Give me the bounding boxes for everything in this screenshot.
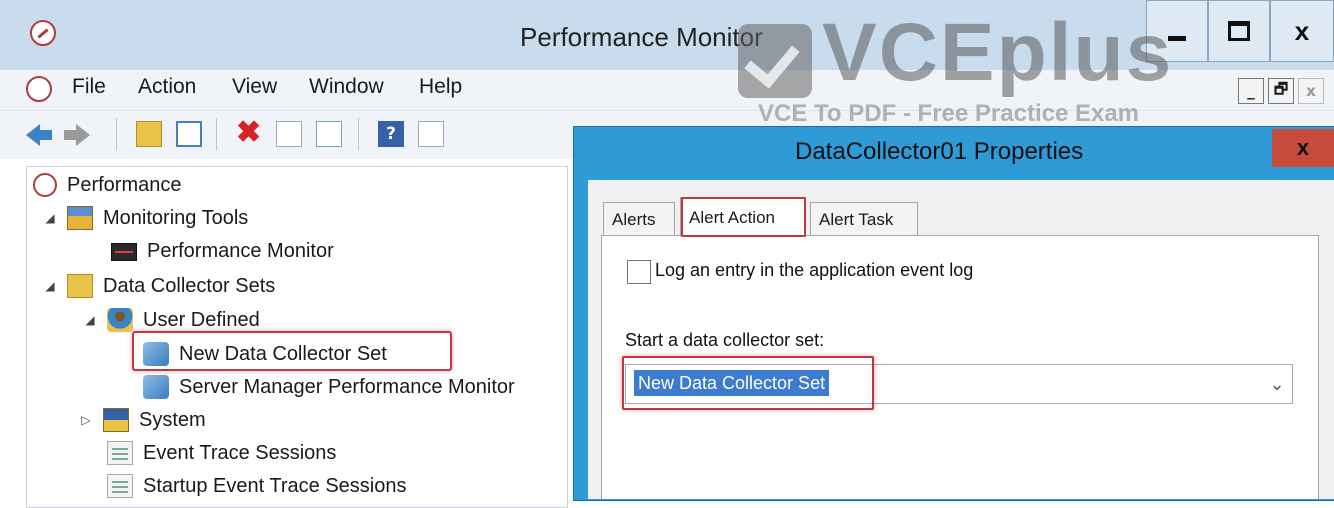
tree-item-label: Monitoring Tools <box>103 206 249 229</box>
back-arrow-icon[interactable] <box>26 124 54 146</box>
tree-item-label: System <box>139 408 206 431</box>
system-icon <box>103 408 129 432</box>
collapse-arrow-icon[interactable]: ▷ <box>79 413 93 427</box>
tree-item-label: User Defined <box>143 308 260 331</box>
log-event-checkbox[interactable] <box>627 260 651 284</box>
watermark-tagline: VCE To PDF - Free Practice Exam <box>758 100 1140 127</box>
menu-help[interactable]: Help <box>419 75 462 99</box>
event-trace-icon <box>107 474 133 498</box>
properties-icon[interactable] <box>276 121 302 147</box>
delete-icon[interactable]: ✖ <box>236 115 262 149</box>
toolbar-separator <box>358 118 359 150</box>
menu-action[interactable]: Action <box>138 75 196 99</box>
performance-monitor-app-icon[interactable] <box>30 20 56 46</box>
mdi-restore-button[interactable]: 🗗 <box>1268 78 1294 104</box>
watermark-check-icon <box>738 24 812 98</box>
annotation-highlight-box <box>681 197 806 237</box>
tree-item-label: Performance Monitor <box>147 240 334 262</box>
dialog-title: DataCollector01 Properties <box>795 138 1084 165</box>
event-trace-icon <box>107 441 133 465</box>
help-icon[interactable]: ? <box>378 121 404 147</box>
tree-item-system[interactable]: ▷ System <box>79 408 206 432</box>
tree-item-user-defined[interactable]: ◢ User Defined <box>83 308 260 332</box>
mdi-close-button[interactable]: x <box>1298 78 1324 104</box>
menu-file[interactable]: File <box>72 75 106 99</box>
system-menu-icon[interactable] <box>26 76 52 102</box>
maximize-button[interactable] <box>1208 0 1270 62</box>
watermark-brand: VCEplus <box>822 7 1174 98</box>
annotation-highlight-box <box>622 356 874 410</box>
tab-alerts[interactable]: Alerts <box>603 202 675 236</box>
tree-item-performance[interactable]: Performance <box>33 173 182 197</box>
dialog-close-button[interactable]: x <box>1272 129 1334 167</box>
window-title: Performance Monitor <box>520 22 763 52</box>
data-collector-set-icon <box>143 375 169 399</box>
show-hide-tree-icon[interactable] <box>176 121 202 147</box>
menu-view[interactable]: View <box>232 75 277 99</box>
maximize-icon <box>1228 21 1250 41</box>
monitoring-tools-icon <box>67 206 93 230</box>
performance-monitor-icon <box>111 242 137 261</box>
export-list-icon[interactable] <box>316 121 342 147</box>
log-event-label[interactable]: Log an entry in the application event lo… <box>655 260 973 281</box>
tree-item-label: Startup Event Trace Sessions <box>143 474 407 497</box>
tree-item-label: Data Collector Sets <box>103 274 276 297</box>
tree-item-monitoring-tools[interactable]: ◢ Monitoring Tools <box>43 206 248 230</box>
toolbar-separator <box>116 118 117 150</box>
tab-alert-task[interactable]: Alert Task <box>810 202 918 236</box>
close-button[interactable]: x <box>1270 0 1334 62</box>
data-collector-sets-icon <box>67 274 93 298</box>
mdi-child-controls: _ 🗗 x <box>1238 78 1324 104</box>
start-collector-set-label: Start a data collector set: <box>625 330 825 350</box>
tree-item-label: Event Trace Sessions <box>143 441 337 464</box>
performance-icon <box>33 173 57 197</box>
tree-item-label: Server Manager Performance Monitor <box>179 375 515 398</box>
tree-item-event-trace-sessions[interactable]: Event Trace Sessions <box>107 441 336 465</box>
view-icon[interactable] <box>418 121 444 147</box>
expand-arrow-icon[interactable]: ◢ <box>43 211 57 225</box>
forward-arrow-icon[interactable] <box>62 124 90 146</box>
tree-item-label: Performance <box>67 173 182 196</box>
chevron-down-icon[interactable]: ⌄ <box>1264 366 1290 402</box>
menu-window[interactable]: Window <box>309 75 384 99</box>
close-icon: x <box>1294 15 1310 46</box>
tree-item-server-manager-performance-monitor[interactable]: Server Manager Performance Monitor <box>143 375 515 399</box>
mdi-minimize-button[interactable]: _ <box>1238 78 1264 104</box>
up-folder-icon[interactable] <box>136 121 162 147</box>
expand-arrow-icon[interactable]: ◢ <box>43 279 57 293</box>
expand-arrow-icon[interactable]: ◢ <box>83 313 97 327</box>
tree-item-data-collector-sets[interactable]: ◢ Data Collector Sets <box>43 274 275 298</box>
user-defined-icon <box>107 308 133 332</box>
toolbar-separator <box>216 118 217 150</box>
tree-item-startup-event-trace-sessions[interactable]: Startup Event Trace Sessions <box>107 474 406 498</box>
annotation-highlight-box <box>132 331 452 371</box>
tree-item-performance-monitor[interactable]: Performance Monitor <box>111 240 334 263</box>
